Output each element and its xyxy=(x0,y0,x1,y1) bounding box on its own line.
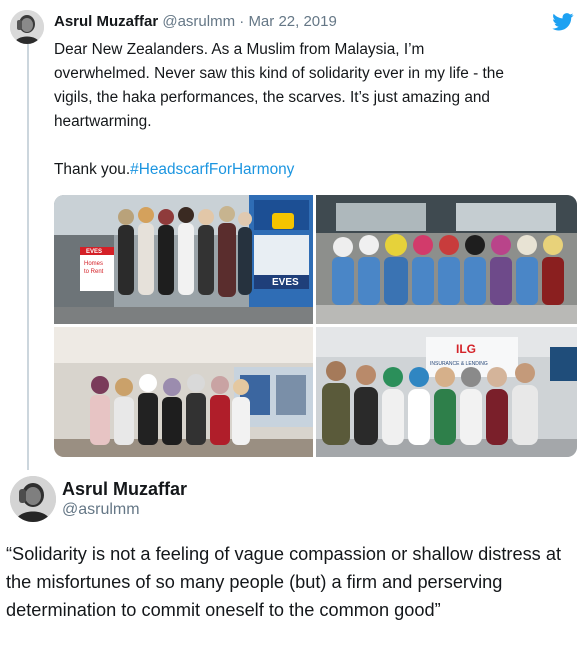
author-avatar[interactable] xyxy=(10,10,44,44)
ilg-logo-text: ILG xyxy=(456,342,476,356)
author-name[interactable]: Asrul Muzaffar xyxy=(54,13,158,30)
twitter-bird-icon[interactable] xyxy=(552,13,574,31)
ilg-sign-line: INSURANCE & LENDING xyxy=(430,361,488,367)
photo-storefront-group[interactable]: EVES EVES Homes to Rent xyxy=(54,195,313,324)
tweet-date[interactable]: Mar 22, 2019 xyxy=(248,13,336,30)
photo-office-group[interactable] xyxy=(54,327,313,457)
tweet-body: Dear New Zealanders. As a Muslim from Ma… xyxy=(54,38,569,182)
thanks-text: Thank you. xyxy=(54,161,131,178)
sign-line-1: Homes xyxy=(84,261,103,267)
photo-grid: EVES EVES Homes to Rent ILG INSURANCE & … xyxy=(54,195,577,457)
tweet-header: Asrul Muzaffar @asrulmm · Mar 22, 2019 xyxy=(54,13,337,31)
tweet-thanks-line: Thank you.#HeadscarfForHarmony xyxy=(54,158,569,182)
hashtag-link[interactable]: #HeadscarfForHarmony xyxy=(130,161,294,178)
photo-ilg-group[interactable]: ILG INSURANCE & LENDING xyxy=(316,327,577,457)
tweet-text-line: vigils, the haka performances, the scarv… xyxy=(54,89,490,106)
sign-line-2: to Rent xyxy=(84,269,104,275)
header-separator: · xyxy=(239,13,245,30)
quote-author-avatar[interactable] xyxy=(10,476,56,522)
tweet-text-line: heartwarming. xyxy=(54,113,152,130)
tweet-text-line: Dear New Zealanders. As a Muslim from Ma… xyxy=(54,41,425,58)
quote-text: “Solidarity is not a feeling of vague co… xyxy=(6,544,561,620)
author-handle[interactable]: @asrulmm xyxy=(162,13,235,30)
quote-author-handle[interactable]: @asrulmm xyxy=(62,500,140,520)
eves-sign-text: EVES xyxy=(272,277,299,288)
photo-blue-shirts-group[interactable] xyxy=(316,195,577,324)
quote-author-name[interactable]: Asrul Muzaffar xyxy=(62,478,187,500)
eves-small-sign-text: EVES xyxy=(86,249,102,255)
tweet-text-line: overwhelmed. Never saw this kind of soli… xyxy=(54,65,504,82)
tweet-main[interactable]: Asrul Muzaffar @asrulmm · Mar 22, 2019 D… xyxy=(0,0,581,470)
